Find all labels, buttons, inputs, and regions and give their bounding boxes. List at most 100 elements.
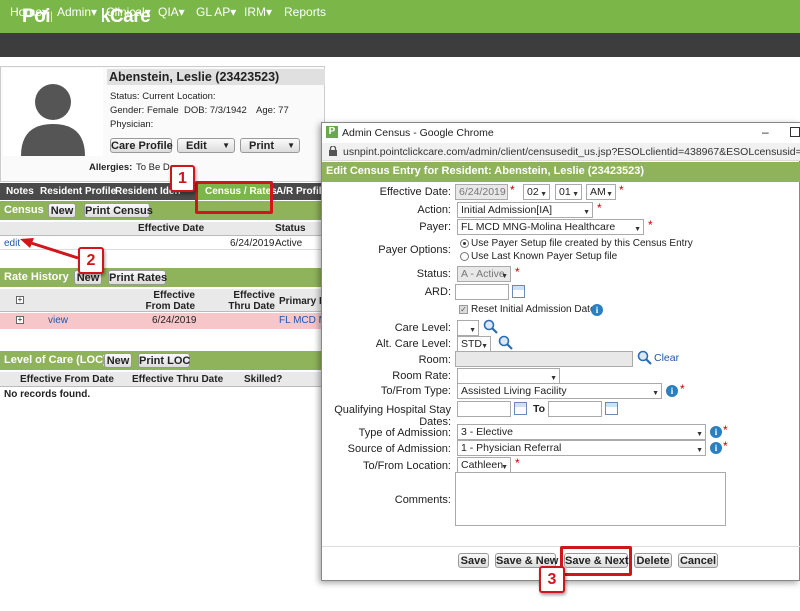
source-admission-select[interactable]: 1 - Physician Referral ▼ [457, 440, 706, 456]
col-status: Status [275, 223, 306, 234]
nav-admin[interactable]: Admin▾ [52, 0, 103, 24]
room-rate-select[interactable]: ▼ [457, 368, 560, 384]
comments-textarea[interactable] [455, 472, 726, 526]
care-profile-button[interactable]: Care Profile [110, 138, 173, 153]
lock-icon [329, 145, 337, 156]
payer-option2-radio[interactable] [460, 252, 469, 261]
type-admission-label: Type of Admission: [358, 427, 451, 439]
to-label: To [533, 403, 546, 415]
census-new-button[interactable]: New [48, 203, 76, 218]
ampm-select[interactable]: AM ▼ [586, 184, 616, 200]
print-menu-button[interactable]: Print ▼ [240, 138, 300, 153]
url-text[interactable]: usnpint.pointclickcare.com/admin/client/… [343, 146, 800, 158]
expand-all-icon[interactable]: + [16, 296, 24, 304]
effective-date-input[interactable]: 6/24/2019 [455, 184, 508, 200]
action-select[interactable]: Initial Admission[IA] ▼ [457, 202, 593, 218]
calendar-icon[interactable] [514, 402, 527, 415]
tofrom-type-label: To/From Type: [380, 385, 451, 397]
room-label: Room: [418, 354, 451, 366]
qualifying-stay-label: Qualifying Hospital Stay Dates: [334, 404, 451, 428]
status-select[interactable]: A - Active ▼ [457, 266, 511, 282]
info-icon[interactable]: i [710, 426, 722, 438]
required-marker: * [515, 456, 520, 470]
nav-home[interactable]: Home▾ [5, 0, 53, 24]
maximize-icon[interactable] [790, 127, 800, 137]
census-row-status: Active [275, 238, 303, 249]
resident-physician: Physician: [110, 119, 154, 130]
minimize-icon[interactable]: – [762, 125, 769, 139]
print-census-button[interactable]: Print Census [84, 203, 153, 218]
search-icon[interactable] [483, 319, 498, 334]
highlight-census-tab [195, 181, 273, 214]
callout-step-1: 1 [170, 165, 195, 192]
popup-window-title: Admin Census - Google Chrome [342, 127, 494, 139]
required-marker: * [515, 265, 520, 279]
save-button[interactable]: Save [458, 553, 489, 568]
qual-to-input[interactable] [548, 401, 602, 417]
delete-button[interactable]: Delete [634, 553, 672, 568]
reset-admission-checkbox[interactable]: ✓ [459, 305, 468, 314]
avatar [3, 68, 103, 156]
alt-care-level-label: Alt. Care Level: [375, 338, 451, 350]
info-icon[interactable]: i [710, 442, 722, 454]
ard-label: ARD: [424, 286, 451, 298]
nav-qia[interactable]: QIA▾ [153, 0, 190, 24]
main-nav [0, 33, 800, 57]
payer-select[interactable]: FL MCD MNG-Molina Healthcare ▼ [457, 219, 644, 235]
nav-irm[interactable]: IRM▾ [239, 0, 277, 24]
loc-col-skilled: Skilled? [244, 374, 283, 385]
room-clear-link[interactable]: Clear [654, 352, 679, 364]
payer-options-label: Payer Options: [378, 244, 451, 256]
tofrom-type-select[interactable]: Assisted Living Facility ▼ [457, 383, 662, 399]
info-icon[interactable]: i [666, 385, 678, 397]
room-input[interactable] [455, 351, 633, 367]
col-effective-date: Effective Date [138, 223, 205, 234]
calendar-icon[interactable] [512, 285, 525, 298]
search-icon[interactable] [637, 350, 652, 365]
loc-title: Level of Care (LOC) [4, 354, 107, 366]
effective-date-label: Effective Date: [379, 186, 451, 198]
edit-menu-button[interactable]: Edit ▼ [177, 138, 235, 153]
nav-clinical[interactable]: Clinical▾ [101, 0, 156, 24]
comments-label: Comments: [394, 494, 451, 506]
tab-resident-profile[interactable]: Resident Profile [40, 186, 116, 197]
census-title: Census [4, 204, 44, 216]
tab-ar-profile[interactable]: A/R Profile [276, 186, 327, 197]
alt-care-level-select[interactable]: STD ▼ [457, 336, 491, 352]
tofrom-location-select[interactable]: Cathleen ▼ [457, 457, 511, 473]
cancel-button[interactable]: Cancel [678, 553, 718, 568]
rate-row-payer[interactable]: FL MCD M [279, 315, 327, 326]
source-admission-label: Source of Admission: [347, 443, 451, 455]
type-admission-select[interactable]: 3 - Elective ▼ [457, 424, 706, 440]
print-rates-button[interactable]: Print Rates [108, 270, 167, 285]
app-favicon-icon: P [326, 126, 338, 138]
qual-from-input[interactable] [457, 401, 511, 417]
nav-glap[interactable]: GL AP▾ [191, 0, 241, 24]
ard-input[interactable] [455, 284, 509, 300]
nav-reports[interactable]: Reports [279, 0, 331, 24]
reset-admission-label: Reset Initial Admission Date? [471, 304, 602, 315]
col-effective-from: Effective From Date [145, 290, 195, 312]
hour-select[interactable]: 02 ▼ [523, 184, 550, 200]
callout-step-2: 2 [78, 247, 104, 274]
rate-view-link[interactable]: view [48, 315, 68, 326]
action-label: Action: [417, 204, 451, 216]
print-loc-button[interactable]: Print LOC [138, 353, 190, 368]
calendar-icon[interactable] [605, 402, 618, 415]
loc-new-button[interactable]: New [104, 353, 132, 368]
resident-name: Abenstein, Leslie (23423523) [109, 70, 280, 84]
required-marker: * [723, 439, 728, 453]
care-level-select[interactable]: ▼ [457, 320, 479, 336]
minute-select[interactable]: 01 ▼ [555, 184, 582, 200]
payer-option1-label: Use Payer Setup file created by this Cen… [471, 238, 693, 249]
search-icon[interactable] [498, 335, 513, 350]
allergies-label: Allergies: [89, 162, 133, 173]
payer-option1-radio[interactable] [460, 239, 469, 248]
payer-label: Payer: [419, 221, 451, 233]
tab-notes[interactable]: Notes [6, 186, 34, 197]
info-icon[interactable]: i [591, 304, 603, 316]
payer-option2-label: Use Last Known Payer Setup file [471, 251, 618, 262]
callout-step-3: 3 [539, 566, 565, 593]
resident-gender: Gender: Female [110, 105, 179, 116]
expand-row-icon[interactable]: + [16, 316, 24, 324]
